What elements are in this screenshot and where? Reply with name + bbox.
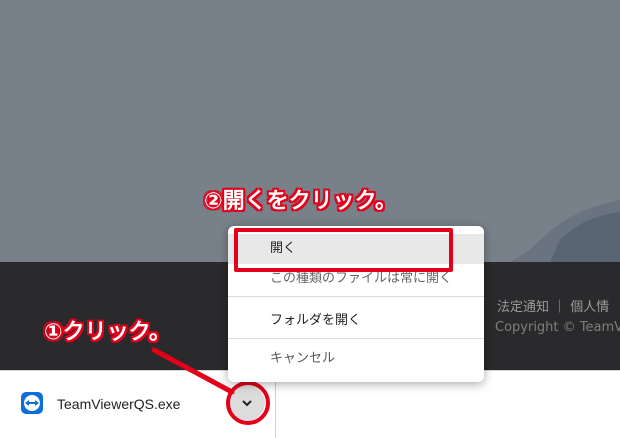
menu-item-cancel[interactable]: キャンセル bbox=[228, 344, 484, 374]
teamviewer-icon bbox=[21, 392, 43, 414]
footer-links[interactable]: 法定通知 ｜ 個人情 bbox=[497, 296, 609, 315]
background-graphic bbox=[510, 200, 620, 262]
menu-divider bbox=[228, 296, 484, 297]
annotation-step1: ①クリック。 bbox=[44, 320, 171, 345]
annotation-highlight-circle bbox=[226, 381, 270, 425]
download-filename: TeamViewerQS.exe bbox=[57, 396, 181, 412]
footer-copyright: Copyright © TeamV bbox=[495, 320, 620, 335]
menu-item-show-in-folder[interactable]: フォルダを開く bbox=[228, 306, 484, 336]
annotation-highlight-box bbox=[234, 228, 453, 272]
annotation-step2: ②開くをクリック。 bbox=[204, 189, 397, 214]
page-background bbox=[0, 0, 620, 262]
menu-divider bbox=[228, 338, 484, 339]
